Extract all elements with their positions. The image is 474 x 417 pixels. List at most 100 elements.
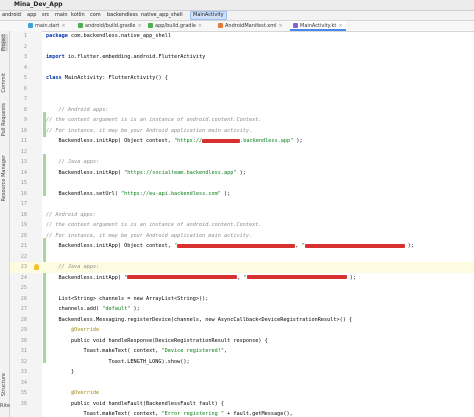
line-number: 3 — [23, 54, 27, 60]
line-number: 22 — [20, 253, 27, 260]
dart-file-icon — [28, 23, 33, 28]
breadcrumb-item-src[interactable]: src — [42, 11, 49, 20]
code-text: Backendless.setUrl( — [46, 190, 121, 197]
code-line: 6 — [10, 84, 474, 95]
code-text: io.flutter.embedding.android.FlutterActi… — [64, 54, 206, 60]
code-line: 18 // Android apps: — [10, 210, 474, 221]
tab-label: main.dart — [35, 23, 60, 29]
line-number: 19 — [20, 222, 27, 228]
breadcrumb-item-backendless[interactable]: backendless — [107, 11, 138, 20]
code-comment: // Java apps: — [46, 264, 100, 270]
breadcrumb: android app src main kotlin com backendl… — [0, 11, 474, 21]
string-literal: "Device registered!" — [161, 348, 225, 354]
line-number: 20 — [20, 232, 27, 239]
code-text: channels.add( — [46, 306, 103, 312]
line-number: 24 — [20, 274, 27, 281]
lightbulb-icon[interactable] — [34, 264, 39, 270]
code-line: 16 Backendless.setUrl( "https://eu-api.b… — [10, 189, 474, 200]
code-text: Toast.LENGTH_LONG).show(); — [46, 358, 190, 365]
xml-file-icon — [218, 23, 223, 28]
line-number: 31 — [20, 348, 27, 354]
code-line: 14 Backendless.initApp( "https://socialt… — [10, 168, 474, 179]
code-line: 17 — [10, 199, 474, 210]
keyword: class — [46, 75, 62, 81]
code-line: 11 Backendless.initApp( Object context, … — [10, 136, 474, 147]
line-number: 16 — [20, 190, 27, 197]
code-text: ); — [404, 243, 414, 249]
redaction-mark — [246, 275, 347, 279]
code-comment: // the context argument is is an instanc… — [46, 222, 262, 228]
code-line: 1 package com.backendless.native_app_shel… — [10, 31, 474, 42]
code-text: public void handleResponse(DeviceRegistr… — [46, 337, 268, 344]
breadcrumb-item-native-app-shell[interactable]: native_app_shell — [141, 11, 183, 20]
close-icon[interactable]: × — [198, 23, 202, 29]
string-literal: "Error registering " — [161, 411, 225, 417]
tab-label: AndroidManifest.xml — [225, 23, 277, 29]
tab-android-build-gradle[interactable]: android/build.gradle × — [78, 21, 142, 31]
line-number: 2 — [23, 43, 27, 50]
breadcrumb-item-android[interactable]: android — [2, 11, 21, 20]
code-text: ); — [130, 306, 140, 312]
string-literal: .backendless.app" — [240, 138, 294, 144]
code-line: 4 — [10, 63, 474, 74]
line-number: 13 — [20, 159, 27, 165]
string-literal: "https://socialteam.backendless.app" — [124, 169, 237, 176]
line-number: 21 — [20, 243, 27, 249]
bottom-tool-window-label[interactable]: Rites — [0, 403, 13, 417]
project-tool-window-button[interactable]: Project — [1, 34, 8, 52]
tab-label: MainActivity.kt — [300, 23, 337, 29]
code-line: 8 // Android apps: — [10, 105, 474, 116]
breadcrumb-item-app[interactable]: app — [27, 11, 36, 20]
line-number: 6 — [23, 85, 27, 92]
line-number: 35 — [20, 390, 27, 396]
code-text: Backendless.initApp( — [46, 274, 125, 281]
string-literal: "https://eu-api.backendless.com" — [120, 190, 221, 197]
code-line: 3 import io.flutter.embedding.android.Flu… — [10, 52, 474, 63]
tab-app-build-gradle[interactable]: app/build.gradle × — [148, 21, 202, 31]
line-number: 27 — [20, 306, 27, 312]
tab-mainactivity-kt[interactable]: MainActivity.kt × — [290, 21, 346, 31]
pull-requests-tool-window-button[interactable]: Pull Requests — [1, 103, 8, 136]
code-line: 36 public void handleFault(BackendlessFa… — [10, 399, 474, 410]
code-comment: // Java apps: — [46, 159, 100, 165]
resource-manager-tool-window-button[interactable]: Resource Manager — [1, 155, 8, 201]
code-text: } — [46, 369, 75, 375]
code-comment: // For instance, it may be your Android … — [46, 232, 253, 239]
close-icon[interactable]: × — [278, 23, 282, 29]
close-icon[interactable]: × — [137, 23, 141, 29]
code-comment: // the context argument is is an instanc… — [46, 117, 262, 123]
code-line: 13 // Java apps: — [10, 157, 474, 168]
line-number: 17 — [20, 201, 27, 207]
code-line: 7 — [10, 94, 474, 105]
code-line: 31 Toast.makeText( context, "Device regi… — [10, 346, 474, 357]
annotation-text: @Override — [46, 327, 100, 333]
code-text: ); — [220, 190, 231, 197]
code-comment: // For instance, it may be your Android … — [46, 127, 253, 134]
code-editor[interactable]: 1 package com.backendless.native_app_shel… — [10, 31, 474, 417]
code-line: 15 — [10, 178, 474, 189]
breadcrumb-item-kotlin[interactable]: kotlin — [71, 11, 85, 20]
structure-tool-window-button[interactable]: Structure — [1, 373, 8, 396]
line-number: 11 — [20, 138, 27, 144]
breadcrumb-item-mainactivity[interactable]: MainActivity — [190, 11, 227, 20]
code-text: List<String> channels = new ArrayList<St… — [46, 295, 209, 302]
line-number: 10 — [20, 127, 27, 134]
breadcrumb-item-main[interactable]: main — [55, 11, 68, 20]
line-number: 28 — [20, 316, 27, 323]
tab-androidmanifest[interactable]: AndroidManifest.xml × — [218, 21, 283, 31]
tab-main-dart[interactable]: main.dart × — [28, 21, 66, 31]
code-comment: // Android apps: — [46, 106, 109, 113]
code-text: Backendless.initApp( Object context, — [46, 243, 175, 249]
close-icon[interactable]: × — [338, 23, 342, 29]
code-line: 2 — [10, 42, 474, 53]
commit-tool-window-button[interactable]: Commit — [1, 73, 8, 93]
breadcrumb-item-com[interactable]: com — [90, 11, 101, 20]
code-line: 33 } — [10, 367, 474, 378]
code-line: 29 @Override — [10, 325, 474, 336]
code-line: 34 — [10, 378, 474, 389]
line-number: 5 — [23, 75, 27, 81]
code-text: MainActivity: FlutterActivity() { — [61, 75, 168, 81]
close-icon[interactable]: × — [61, 23, 65, 29]
code-line: 30 public void handleResponse(DeviceRegi… — [10, 336, 474, 347]
window-titlebar: Mina_Dev_App — [0, 0, 474, 11]
